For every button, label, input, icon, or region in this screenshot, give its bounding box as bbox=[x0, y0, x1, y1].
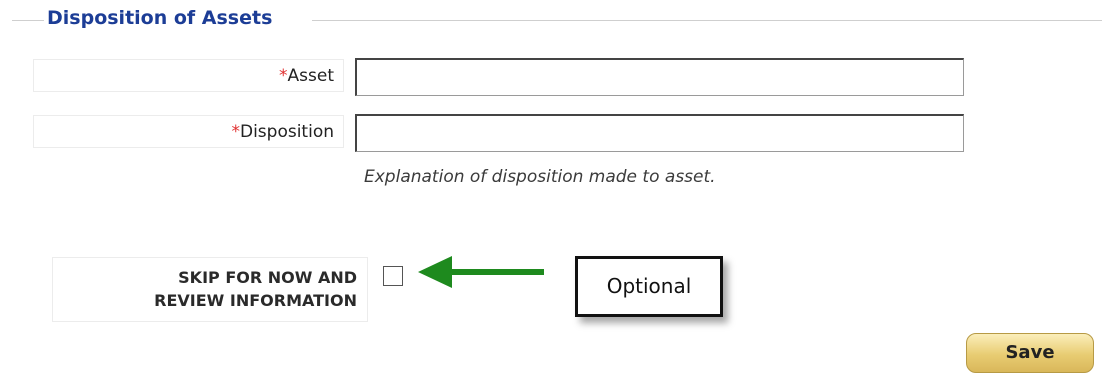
skip-label-line2: REVIEW INFORMATION bbox=[154, 291, 357, 310]
skip-checkbox[interactable] bbox=[383, 266, 403, 286]
disposition-label: *Disposition bbox=[33, 115, 344, 148]
skip-label-line1: SKIP FOR NOW AND bbox=[178, 268, 357, 287]
fieldset-border-left bbox=[12, 20, 44, 21]
asset-label: *Asset bbox=[33, 59, 344, 92]
required-marker: * bbox=[279, 66, 288, 86]
save-button[interactable]: Save bbox=[966, 333, 1094, 373]
green-arrow-icon bbox=[418, 256, 544, 288]
asset-input[interactable] bbox=[355, 58, 964, 96]
disposition-hint: Explanation of disposition made to asset… bbox=[364, 167, 716, 187]
disposition-input[interactable] bbox=[355, 114, 964, 152]
optional-callout: Optional bbox=[575, 256, 723, 317]
skip-label: SKIP FOR NOW AND REVIEW INFORMATION bbox=[52, 257, 368, 322]
disposition-label-text: Disposition bbox=[239, 122, 334, 142]
fieldset-legend: Disposition of Assets bbox=[47, 7, 273, 29]
fieldset-border-right bbox=[312, 20, 1102, 21]
required-marker: * bbox=[231, 122, 240, 142]
asset-label-text: Asset bbox=[287, 66, 334, 86]
